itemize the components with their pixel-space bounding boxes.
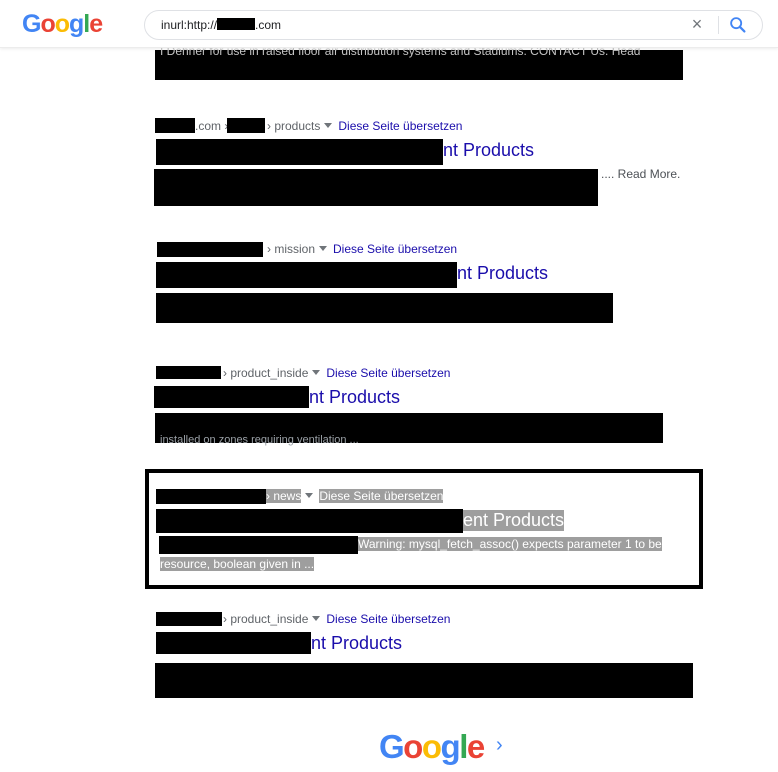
cite-domain: .com: [195, 119, 222, 133]
redaction-block: [156, 262, 457, 288]
search-input[interactable]: inurl:http:// .com: [161, 18, 281, 32]
search-header: Google inurl:http:// .com ×: [0, 0, 778, 48]
logo-letter: g: [69, 10, 84, 38]
redaction-block: [159, 536, 358, 554]
result-title-link[interactable]: nt Products: [443, 140, 534, 161]
redaction-block: [156, 293, 613, 323]
logo-letter: o: [403, 728, 423, 765]
redaction-block: [157, 242, 263, 257]
logo-letter: e: [89, 10, 103, 38]
logo-letter: G: [379, 728, 405, 765]
cite-path: › mission: [267, 242, 316, 256]
result-cite-path: › mission Diese Seite übersetzen: [267, 242, 457, 256]
cite-path: › products: [267, 119, 321, 133]
logo-letter: e: [466, 728, 485, 765]
result-cite-path: › products Diese Seite übersetzen: [267, 119, 462, 133]
chevron-down-icon[interactable]: [319, 246, 328, 251]
result-snippet: resource, boolean given in ...: [160, 557, 315, 571]
google-logo[interactable]: Google: [22, 10, 103, 39]
redaction-block: [156, 612, 222, 626]
chevron-down-icon[interactable]: [305, 493, 314, 498]
result-cite-path: › news Diese Seite übersetzen: [266, 489, 444, 503]
redaction-block: [155, 118, 195, 133]
divider: [718, 16, 719, 34]
clear-icon[interactable]: ×: [686, 13, 708, 35]
cite-path: › product_inside: [223, 612, 309, 626]
result-title-link[interactable]: nt Products: [457, 263, 548, 284]
snippet-fragment: installed on zones requiring ventilation…: [160, 434, 359, 446]
logo-letter: l: [459, 728, 468, 765]
search-button[interactable]: [727, 14, 749, 36]
search-query-suffix: .com: [255, 18, 282, 32]
redaction-block: [156, 366, 221, 379]
logo-letter: g: [440, 728, 461, 765]
result-title-link[interactable]: nt Products: [311, 633, 402, 654]
search-box[interactable]: inurl:http:// .com ×: [144, 10, 763, 40]
redaction-block: [156, 139, 443, 165]
result-cite-path: › product_inside Diese Seite übersetzen: [223, 366, 450, 380]
redaction-block: [155, 663, 693, 698]
cite-path: › product_inside: [223, 366, 309, 380]
redaction-block: [156, 632, 311, 654]
redaction-block: [154, 386, 309, 408]
result-cite: .com ›: [195, 119, 228, 133]
redaction-block: [227, 118, 265, 133]
logo-letter: o: [40, 10, 55, 38]
redaction-block: [156, 509, 463, 533]
logo-letter: G: [22, 10, 41, 38]
translate-link[interactable]: Diese Seite übersetzen: [333, 242, 457, 256]
redaction-block: [156, 489, 266, 504]
result-cite-path: › product_inside Diese Seite übersetzen: [223, 612, 450, 626]
search-icon: [730, 17, 746, 33]
translate-link[interactable]: Diese Seite übersetzen: [326, 366, 450, 380]
result-title-link[interactable]: nt Products: [309, 387, 400, 408]
search-query-prefix: inurl:http://: [161, 18, 218, 32]
chevron-down-icon[interactable]: [324, 123, 333, 128]
next-page-icon[interactable]: ›: [496, 734, 503, 757]
redaction-block: [217, 18, 256, 30]
result-snippet: Warning: mysql_fetch_assoc() expects par…: [358, 537, 662, 551]
google-pagination-logo: Google: [379, 728, 485, 766]
result-snippet: .... Read More.: [601, 167, 681, 181]
translate-link[interactable]: Diese Seite übersetzen: [319, 489, 444, 503]
logo-letter: o: [54, 10, 70, 38]
chevron-down-icon[interactable]: [312, 616, 321, 621]
translate-link[interactable]: Diese Seite übersetzen: [338, 119, 462, 133]
translate-link[interactable]: Diese Seite übersetzen: [326, 612, 450, 626]
result-title-link[interactable]: ent Products: [463, 510, 565, 531]
cite-path: › news: [266, 489, 302, 503]
redaction-block: [154, 169, 598, 206]
chevron-down-icon[interactable]: [312, 370, 321, 375]
logo-letter: o: [421, 728, 442, 765]
